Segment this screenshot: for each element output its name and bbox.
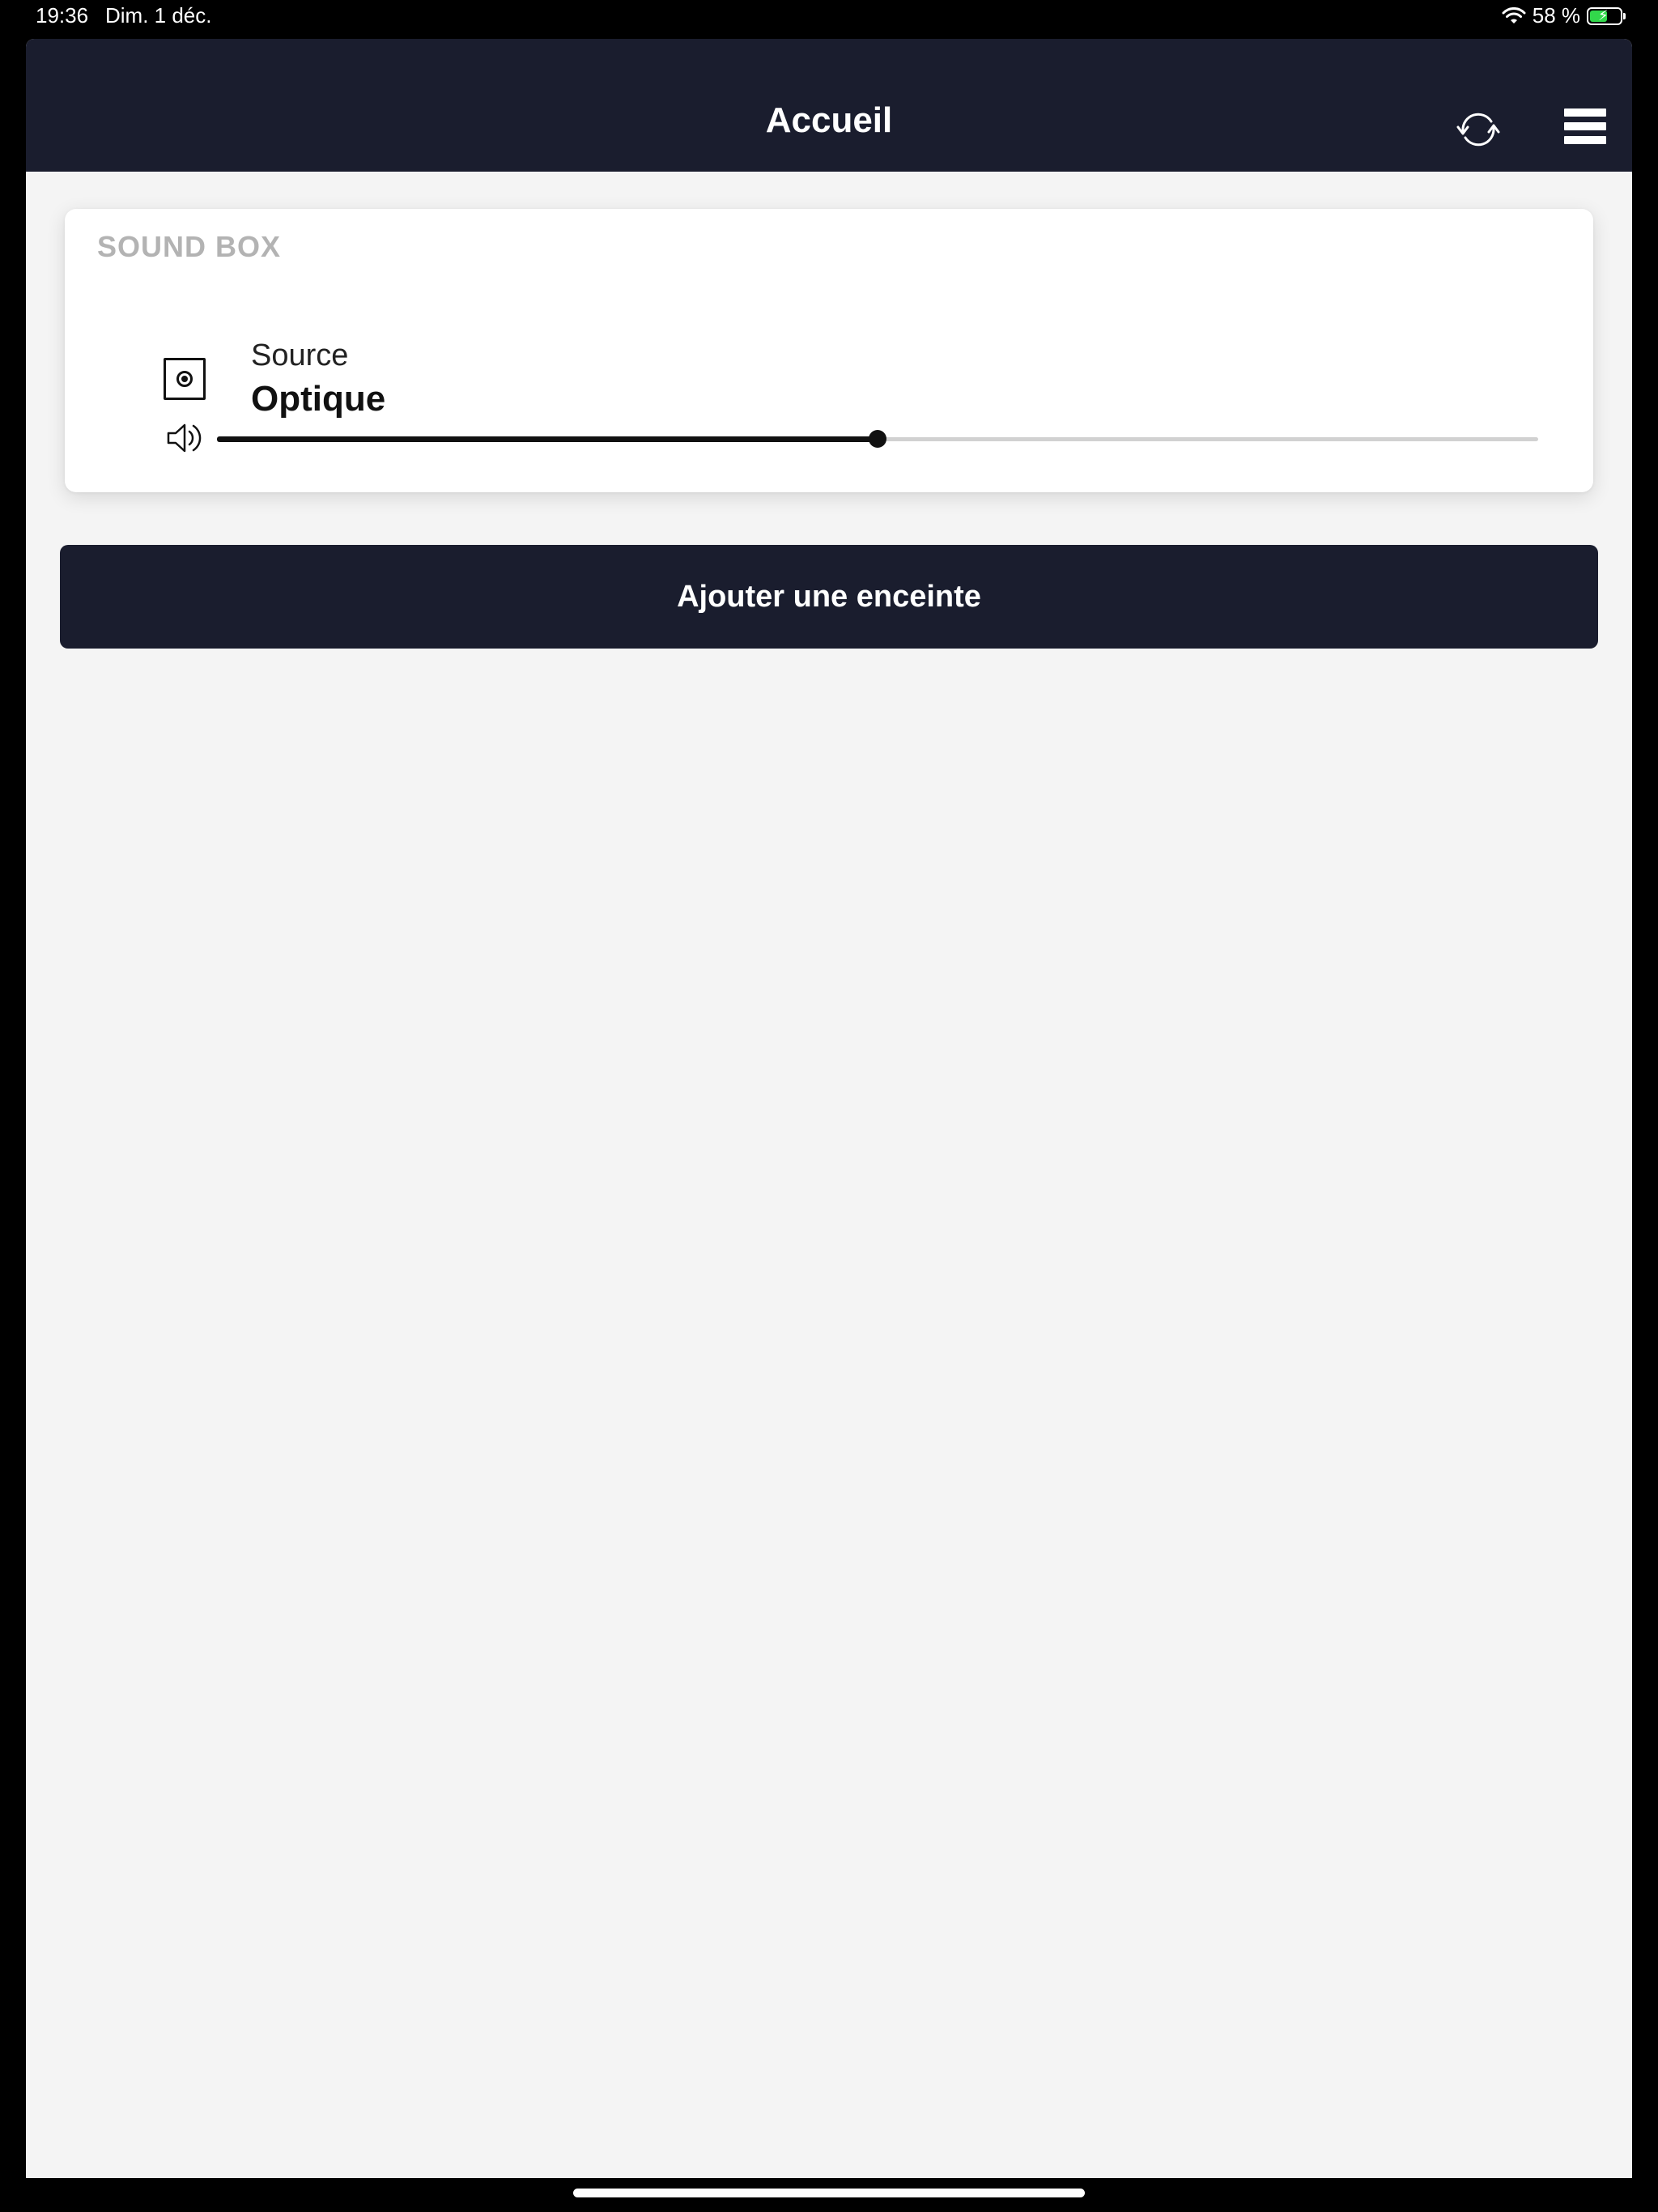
volume-slider-thumb[interactable] [869,430,886,448]
status-time: 19:36 [36,3,89,28]
speaker-volume-icon [167,423,202,453]
speaker-name: SOUND BOX [97,230,282,263]
hamburger-menu-icon [1564,108,1606,117]
battery-icon: ⚡ [1587,6,1626,25]
source-label: Source [251,338,349,372]
page-title: Accueil [765,100,893,140]
wifi-icon [1502,6,1526,23]
volume-slider[interactable] [217,428,1538,450]
volume-fill [217,436,878,442]
sync-icon [1456,113,1500,147]
optical-input-icon[interactable] [164,358,206,400]
battery-percent: 58 % [1532,3,1580,28]
status-bar: 19:36 Dim. 1 déc. 58 % ⚡ [0,0,1658,32]
sync-button[interactable] [1456,107,1501,152]
menu-button[interactable] [1564,108,1606,144]
speaker-card[interactable]: SOUND BOX Source Optique [65,209,1593,492]
status-indicators: 58 % ⚡ [1502,3,1626,28]
app-window: Accueil SOUND BOX Source Optique Ajouter… [26,39,1632,2178]
navigation-bar: Accueil [26,39,1632,172]
source-value[interactable]: Optique [251,379,385,419]
add-speaker-button[interactable]: Ajouter une enceinte [60,545,1598,649]
home-indicator[interactable] [573,2189,1085,2197]
status-date: Dim. 1 déc. [105,3,212,28]
